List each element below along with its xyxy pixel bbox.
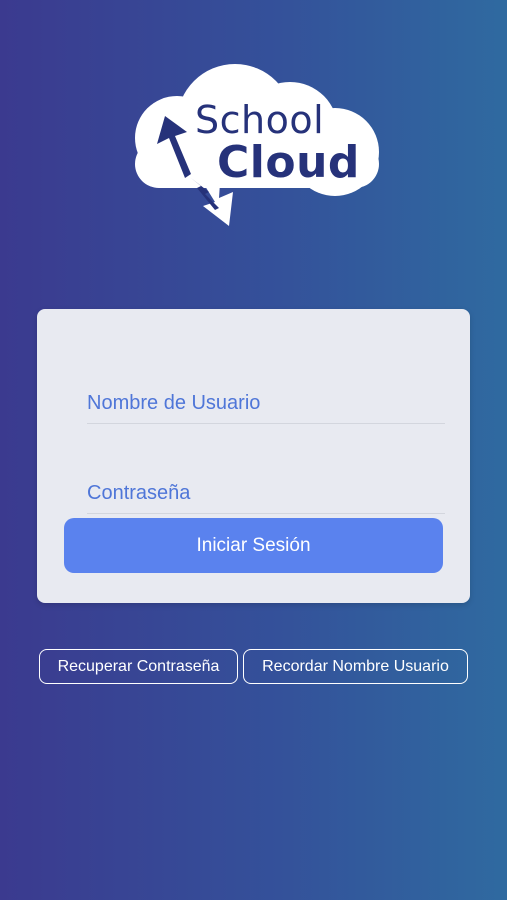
password-field-container bbox=[87, 457, 445, 514]
username-field-container bbox=[87, 367, 445, 424]
remember-username-button[interactable]: Recordar Nombre Usuario bbox=[243, 649, 468, 684]
login-button[interactable]: Iniciar Sesión bbox=[64, 518, 443, 573]
login-screen: School Cloud Iniciar Sesión Recuperar Co… bbox=[0, 0, 507, 900]
password-input[interactable] bbox=[87, 482, 445, 505]
username-input[interactable] bbox=[87, 392, 445, 415]
recover-password-button[interactable]: Recuperar Contraseña bbox=[39, 649, 238, 684]
school-cloud-logo: School Cloud bbox=[125, 60, 383, 230]
login-card: Iniciar Sesión bbox=[37, 309, 470, 603]
logo-text-school: School bbox=[195, 98, 325, 142]
logo-text-cloud: Cloud bbox=[217, 137, 360, 188]
